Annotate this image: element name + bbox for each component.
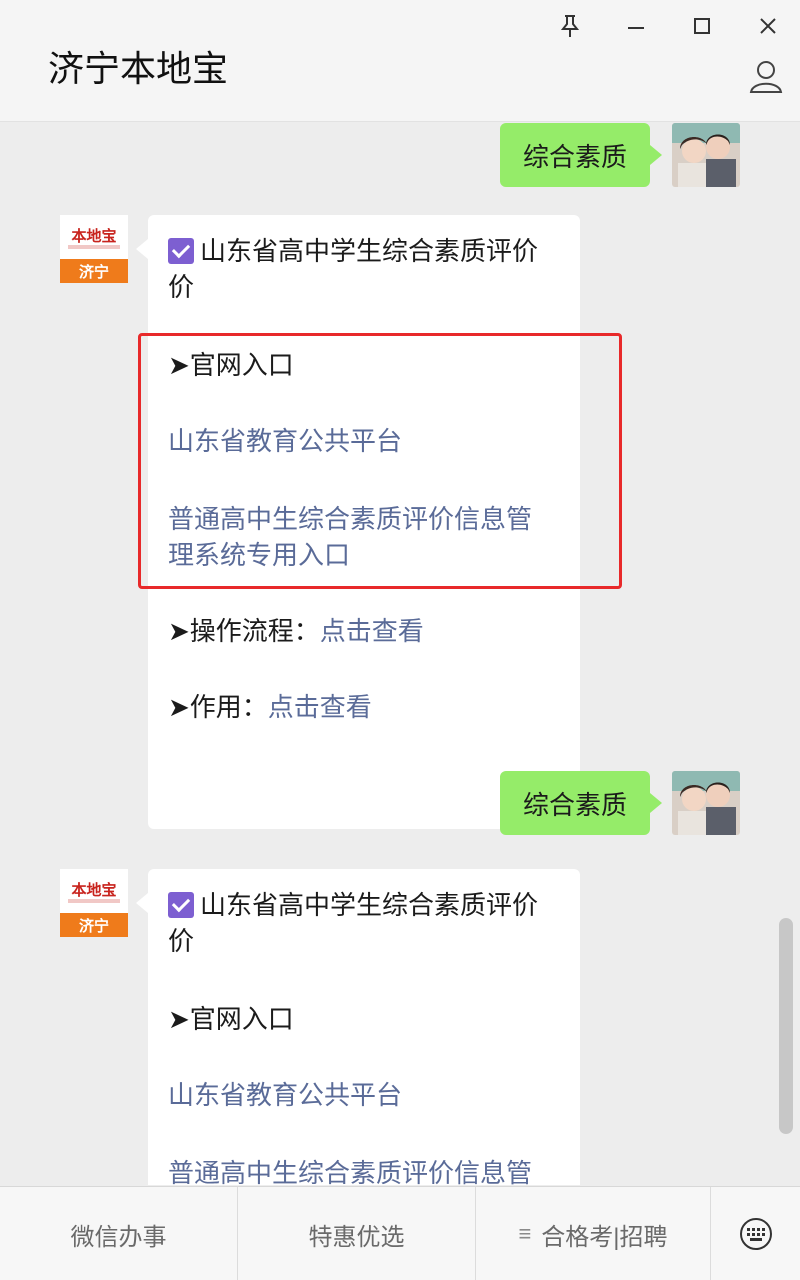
process-link[interactable]: 点击查看 [320, 616, 424, 646]
menu-item-exam-recruit[interactable]: ≡ 合格考|招聘 [476, 1187, 710, 1280]
message-text: 综合素质 [522, 789, 627, 820]
incoming-message[interactable]: 山东省高中学生综合素质评价 价 ➤官网入口 山东省教育公共平台 普通高中生综合素… [136, 869, 580, 1185]
svg-text:本地宝: 本地宝 [71, 881, 116, 899]
message-text: 综合素质 [522, 141, 627, 172]
evaluation-system-link[interactable]: 普通高中生综合素质评价信息管 [168, 1155, 568, 1185]
minimize-icon [628, 27, 644, 29]
message-heading: 山东省高中学生综合素质评价 [168, 233, 568, 269]
menu-item-special-offers[interactable]: 特惠优选 [238, 1187, 475, 1280]
svg-text:济宁: 济宁 [79, 263, 109, 281]
profile-button[interactable] [744, 54, 788, 98]
chat-area[interactable]: 综合素质 本地宝 济宁 山东省高中学生综合素质评价 价 ➤官网入口 山东省教育公… [0, 123, 800, 1185]
effect-link[interactable]: 点击查看 [268, 692, 372, 722]
menu-item-label: 合格考|招聘 [541, 1223, 668, 1251]
svg-text:本地宝: 本地宝 [71, 227, 116, 245]
maximize-button[interactable] [680, 6, 724, 46]
bot-avatar[interactable]: 本地宝 济宁 [60, 869, 128, 937]
svg-text:济宁: 济宁 [79, 917, 109, 935]
keyboard-button[interactable] [711, 1187, 800, 1280]
user-photo-icon [672, 771, 740, 835]
title-bar: 济宁本地宝 [0, 0, 800, 122]
submenu-icon: ≡ [518, 1221, 532, 1246]
bottom-menu: 微信办事 特惠优选 ≡ 合格考|招聘 [0, 1186, 800, 1280]
close-button[interactable] [746, 6, 790, 46]
checkbox-icon [168, 892, 194, 918]
scrollbar-thumb[interactable] [779, 918, 793, 1134]
menu-item-wechat-services[interactable]: 微信办事 [0, 1187, 237, 1280]
outgoing-message[interactable]: 综合素质 [500, 771, 662, 835]
highlight-box [138, 333, 622, 589]
menu-item-label: 微信办事 [70, 1223, 167, 1251]
minimize-button[interactable] [614, 6, 658, 46]
bendibao-logo-icon: 本地宝 济宁 [60, 215, 128, 283]
keyboard-icon [739, 1218, 772, 1250]
user-photo-icon [672, 123, 740, 187]
process-row: ➤操作流程：点击查看 [168, 613, 568, 649]
pin-button[interactable] [548, 6, 592, 46]
window-title: 济宁本地宝 [48, 48, 229, 89]
effect-row: ➤作用：点击查看 [168, 689, 568, 725]
maximize-icon [694, 18, 710, 34]
user-avatar[interactable] [672, 123, 740, 187]
close-icon [760, 18, 776, 34]
message-heading-cont: 价 [168, 926, 195, 956]
process-label: ➤操作流程： [168, 616, 320, 646]
effect-label: ➤作用： [168, 692, 268, 722]
bendibao-logo-icon: 本地宝 济宁 [60, 869, 128, 937]
user-avatar[interactable] [672, 771, 740, 835]
pin-icon [560, 15, 580, 37]
checkbox-icon [168, 238, 194, 264]
message-heading: 山东省高中学生综合素质评价 [168, 887, 568, 923]
bot-avatar[interactable]: 本地宝 济宁 [60, 215, 128, 283]
menu-item-label: 特惠优选 [308, 1223, 405, 1251]
message-heading-cont: 价 [168, 272, 195, 302]
outgoing-message[interactable]: 综合素质 [500, 123, 662, 187]
official-entry-label: ➤官网入口 [168, 1004, 294, 1034]
person-icon [749, 61, 783, 93]
education-platform-link[interactable]: 山东省教育公共平台 [168, 1077, 568, 1113]
